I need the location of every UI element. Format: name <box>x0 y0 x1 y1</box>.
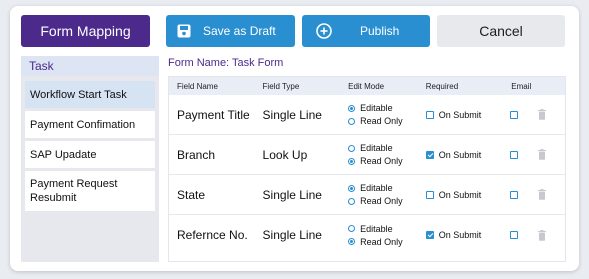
form-mapping-card: Form Mapping Save as Draft Publish Cance… <box>10 6 579 271</box>
field-name-cell: State <box>177 187 206 202</box>
field-name-cell: Payment Title <box>177 107 250 122</box>
task-item-payment-confimation[interactable]: Payment Confimation <box>25 111 155 138</box>
radio-empty-icon <box>348 225 356 232</box>
table-header-row: Field Name Field Type Edit Mode Required… <box>169 77 565 95</box>
editable-radio[interactable]: Editable <box>348 143 420 153</box>
radio-selected-icon <box>348 104 356 112</box>
read-only-radio[interactable]: Read Only <box>348 237 420 247</box>
save-icon <box>177 24 191 38</box>
editable-radio[interactable]: Editable <box>348 183 420 193</box>
save-as-draft-button[interactable]: Save as Draft <box>166 15 295 47</box>
read-only-label: Read Only <box>360 156 403 166</box>
edit-mode-group: Editable Read Only <box>342 183 420 206</box>
email-cell <box>507 109 565 120</box>
editable-label: Editable <box>360 183 393 193</box>
read-only-label: Read Only <box>360 116 403 126</box>
task-item-label: Payment Request Resubmit <box>30 178 118 204</box>
edit-mode-group: Editable Read Only <box>342 103 420 126</box>
read-only-radio[interactable]: Read Only <box>348 116 420 126</box>
editable-label: Editable <box>360 223 393 234</box>
delete-icon[interactable] <box>537 189 547 200</box>
header-field-name: Field Name <box>177 81 218 91</box>
header-required: Required <box>425 81 459 91</box>
on-submit-label: On Submit <box>438 189 482 200</box>
checkbox-unchecked-icon <box>425 110 434 119</box>
editable-label: Editable <box>360 143 393 153</box>
table-row: Refernce No. Single Line Editable Read O… <box>169 215 565 255</box>
radio-empty-icon <box>348 197 356 205</box>
plus-circle-icon <box>316 23 332 39</box>
delete-icon[interactable] <box>537 149 547 160</box>
checkbox-unchecked-icon <box>425 190 434 199</box>
task-item-payment-request-resubmit[interactable]: Payment Request Resubmit <box>25 171 155 211</box>
table-row: Branch Look Up Editable Read Only On Sub… <box>169 135 565 175</box>
cancel-button[interactable]: Cancel <box>437 15 565 47</box>
field-type-cell: Single Line <box>262 187 322 202</box>
email-checkbox[interactable] <box>510 190 519 199</box>
email-cell <box>507 229 565 241</box>
header-email: Email <box>511 81 532 91</box>
editable-label: Editable <box>360 103 393 113</box>
required-on-submit-checkbox[interactable]: On Submit <box>420 150 508 160</box>
task-item-sap-upadate[interactable]: SAP Upadate <box>25 141 155 168</box>
form-mapping-button[interactable]: Form Mapping <box>21 15 150 47</box>
task-panel-header: Task <box>21 56 159 76</box>
field-mapping-table: Field Name Field Type Edit Mode Required… <box>168 76 566 262</box>
on-submit-label: On Submit <box>438 230 482 240</box>
task-item-label: Payment Confimation <box>30 118 136 131</box>
required-on-submit-checkbox[interactable]: On Submit <box>420 110 508 120</box>
read-only-radio[interactable]: Read Only <box>348 196 420 206</box>
field-name-cell: Branch <box>177 147 216 162</box>
editable-radio[interactable]: Editable <box>348 103 420 113</box>
field-name-cell: Refernce No. <box>177 228 248 242</box>
header-edit-mode: Edit Mode <box>348 81 385 91</box>
task-item-label: SAP Upadate <box>30 148 97 161</box>
edit-mode-group: Editable Read Only <box>342 143 420 166</box>
table-row: State Single Line Editable Read Only On … <box>169 175 565 215</box>
edit-mode-group: Editable Read Only <box>342 224 420 247</box>
cancel-label: Cancel <box>479 23 523 39</box>
read-only-label: Read Only <box>360 196 403 206</box>
email-cell <box>507 189 565 200</box>
required-on-submit-checkbox[interactable]: On Submit <box>420 230 508 240</box>
task-panel: Task Workflow Start Task Payment Confima… <box>21 56 159 262</box>
field-type-cell: Single Line <box>262 228 322 242</box>
publish-button[interactable]: Publish <box>302 15 430 47</box>
form-name-title: Form Name: Task Form <box>168 57 284 69</box>
header-field-type: Field Type <box>262 81 300 91</box>
table-row: Payment Title Single Line Editable Read … <box>169 95 565 135</box>
delete-icon[interactable] <box>537 109 547 120</box>
editable-radio[interactable]: Editable <box>348 224 420 234</box>
read-only-label: Read Only <box>360 236 403 247</box>
email-cell <box>507 149 565 160</box>
radio-selected-icon <box>348 238 356 245</box>
radio-empty-icon <box>348 117 356 125</box>
read-only-radio[interactable]: Read Only <box>348 156 420 166</box>
field-type-cell: Look Up <box>262 147 308 162</box>
checkbox-checked-icon <box>425 150 434 159</box>
task-item-label: Workflow Start Task <box>30 88 127 101</box>
checkbox-checked-icon <box>425 231 434 239</box>
radio-empty-icon <box>348 144 356 152</box>
task-item-workflow-start[interactable]: Workflow Start Task <box>25 81 155 108</box>
email-checkbox[interactable] <box>510 150 519 159</box>
delete-icon[interactable] <box>537 229 547 241</box>
required-on-submit-checkbox[interactable]: On Submit <box>420 190 508 200</box>
form-mapping-label: Form Mapping <box>40 23 131 39</box>
on-submit-label: On Submit <box>438 109 482 120</box>
field-type-cell: Single Line <box>262 107 322 122</box>
email-checkbox[interactable] <box>510 231 519 239</box>
radio-selected-icon <box>348 184 356 192</box>
on-submit-label: On Submit <box>438 149 482 160</box>
task-list: Workflow Start Task Payment Confimation … <box>21 76 159 211</box>
radio-selected-icon <box>348 157 356 165</box>
email-checkbox[interactable] <box>510 110 519 119</box>
publish-label: Publish <box>360 24 400 38</box>
save-as-draft-label: Save as Draft <box>203 24 276 38</box>
